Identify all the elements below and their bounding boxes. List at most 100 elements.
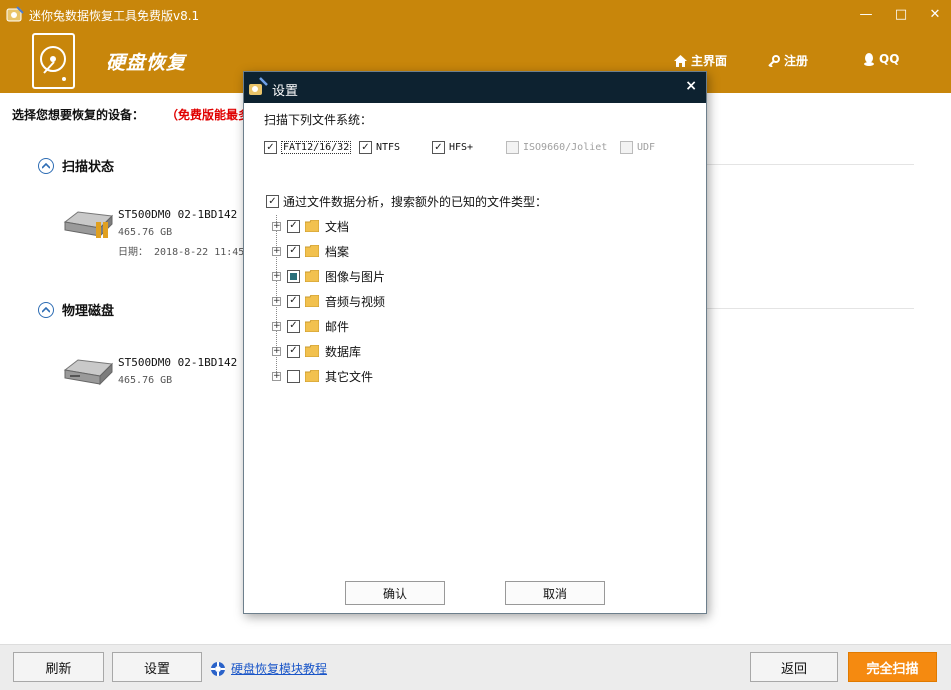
tree-item-label: 数据库 [325, 344, 362, 359]
tree-item-other[interactable]: + 其它文件 [272, 366, 373, 386]
tree-item-database[interactable]: + 数据库 [272, 341, 361, 361]
checkbox[interactable] [432, 141, 445, 154]
checkbox[interactable] [287, 344, 300, 358]
lifebuoy-icon [211, 661, 225, 676]
back-button[interactable]: 返回 [750, 652, 838, 682]
fs-label: HFS+ [449, 142, 474, 153]
close-button[interactable]: ✕ [925, 6, 945, 24]
tree-item-audio-video[interactable]: + 音频与视频 [272, 291, 385, 311]
nav-qq-label: QQ [879, 52, 900, 66]
section-title: 扫描状态 [62, 160, 115, 175]
checkbox[interactable] [620, 141, 633, 154]
expand-icon[interactable]: + [272, 221, 281, 231]
tree-item-email[interactable]: + 邮件 [272, 316, 349, 336]
settings-button[interactable]: 设置 [112, 652, 202, 682]
device-name: ST500DM0 02-1BD142 [118, 208, 238, 221]
expand-icon[interactable]: + [272, 296, 281, 306]
hard-disk-logo-icon [32, 33, 75, 89]
file-analysis-label: 通过文件数据分析，搜索额外的已知的文件类型： [283, 195, 548, 209]
hard-disk-icon [63, 359, 114, 386]
folder-icon [305, 245, 319, 257]
dialog-close-button[interactable]: × [685, 78, 697, 94]
fs-label: NTFS [376, 142, 401, 153]
app-icon [6, 6, 24, 22]
section-physical-disk[interactable]: 物理磁盘 [38, 300, 114, 319]
nav-home[interactable]: 主界面 [674, 52, 727, 69]
checkbox[interactable] [287, 269, 300, 283]
checkbox[interactable] [287, 369, 300, 383]
key-icon [768, 54, 780, 67]
tree-item-label: 其它文件 [325, 369, 374, 384]
tree-item-label: 文档 [325, 219, 350, 234]
tutorial-link[interactable]: 硬盘恢复模块教程 [210, 660, 327, 677]
fs-label: UDF [637, 142, 656, 153]
fs-checkbox-ntfs[interactable]: NTFS [359, 141, 400, 154]
cancel-button[interactable]: 取消 [505, 581, 605, 605]
file-analysis-checkbox[interactable]: 通过文件数据分析，搜索额外的已知的文件类型： [266, 193, 547, 210]
nav-home-label: 主界面 [691, 54, 728, 68]
brand-title: 硬盘恢复 [106, 52, 187, 74]
fs-checkbox-hfs[interactable]: HFS+ [432, 141, 473, 154]
home-icon [674, 54, 687, 67]
tutorial-link-label: 硬盘恢复模块教程 [231, 662, 328, 676]
tree-item-label: 邮件 [325, 319, 350, 334]
fs-checkbox-iso9660[interactable]: ISO9660/Joliet [506, 141, 607, 154]
hard-disk-icon [63, 211, 114, 238]
checkbox[interactable] [287, 219, 300, 233]
free-version-notice: （免费版能最多 [166, 108, 251, 122]
device-name: ST500DM0 02-1BD142 [118, 356, 238, 369]
folder-icon [305, 370, 319, 382]
qq-penguin-icon [864, 52, 874, 66]
tree-item-label: 音频与视频 [325, 294, 386, 309]
dialog-title: 设置 [272, 84, 299, 99]
checkbox[interactable] [287, 294, 300, 308]
expand-icon[interactable]: + [272, 246, 281, 256]
checkbox[interactable] [264, 141, 277, 154]
tree-item-label: 图像与图片 [325, 269, 386, 284]
device-size: 465.76 GB [118, 227, 173, 238]
checkbox[interactable] [506, 141, 519, 154]
tree-item-images[interactable]: + 图像与图片 [272, 266, 385, 286]
maximize-button[interactable]: □ [891, 6, 911, 24]
ok-button[interactable]: 确认 [345, 581, 445, 605]
device-date: 日期： 2018-8-22 11:45 [118, 247, 245, 258]
footer-bar: 刷新 设置 硬盘恢复模块教程 返回 完全扫描 [0, 644, 951, 690]
fs-label: FAT12/16/32 [281, 141, 352, 154]
nav-register[interactable]: 注册 [768, 52, 808, 69]
folder-icon [305, 295, 319, 307]
tree-item-archives[interactable]: + 档案 [272, 241, 349, 261]
fs-checkbox-udf[interactable]: UDF [620, 141, 655, 154]
tree-item-documents[interactable]: + 文档 [272, 216, 349, 236]
title-bar: 迷你兔数据恢复工具免费版v8.1 — □ ✕ [0, 0, 951, 30]
fs-checkbox-fat[interactable]: FAT12/16/32 [264, 141, 352, 154]
device-prompt: 选择您想要恢复的设备： [12, 108, 145, 122]
section-title: 物理磁盘 [62, 304, 115, 319]
dialog-title-bar: 设置 × [244, 72, 706, 103]
refresh-button[interactable]: 刷新 [13, 652, 104, 682]
expand-icon[interactable]: + [272, 371, 281, 381]
folder-icon [305, 345, 319, 357]
nav-qq[interactable]: QQ [863, 52, 899, 66]
chevron-up-icon[interactable] [38, 301, 54, 318]
window-title: 迷你兔数据恢复工具免费版v8.1 [29, 9, 200, 23]
settings-dialog: 设置 × 扫描下列文件系统： FAT12/16/32 NTFS HFS+ ISO… [243, 71, 707, 614]
checkbox[interactable] [359, 141, 372, 154]
settings-wizard-icon [249, 77, 268, 95]
chevron-up-icon[interactable] [38, 157, 54, 174]
fs-label: ISO9660/Joliet [523, 142, 608, 153]
folder-icon [305, 220, 319, 232]
filesystem-label: 扫描下列文件系统： [264, 113, 373, 127]
expand-icon[interactable]: + [272, 321, 281, 331]
expand-icon[interactable]: + [272, 271, 281, 281]
checkbox[interactable] [266, 195, 279, 208]
nav-register-label: 注册 [784, 54, 809, 68]
section-scan-status[interactable]: 扫描状态 [38, 156, 114, 175]
full-scan-button[interactable]: 完全扫描 [848, 652, 937, 682]
folder-icon [305, 320, 319, 332]
checkbox[interactable] [287, 244, 300, 258]
minimize-button[interactable]: — [856, 6, 876, 24]
checkbox[interactable] [287, 319, 300, 333]
expand-icon[interactable]: + [272, 346, 281, 356]
folder-icon [305, 270, 319, 282]
tree-item-label: 档案 [325, 244, 350, 259]
